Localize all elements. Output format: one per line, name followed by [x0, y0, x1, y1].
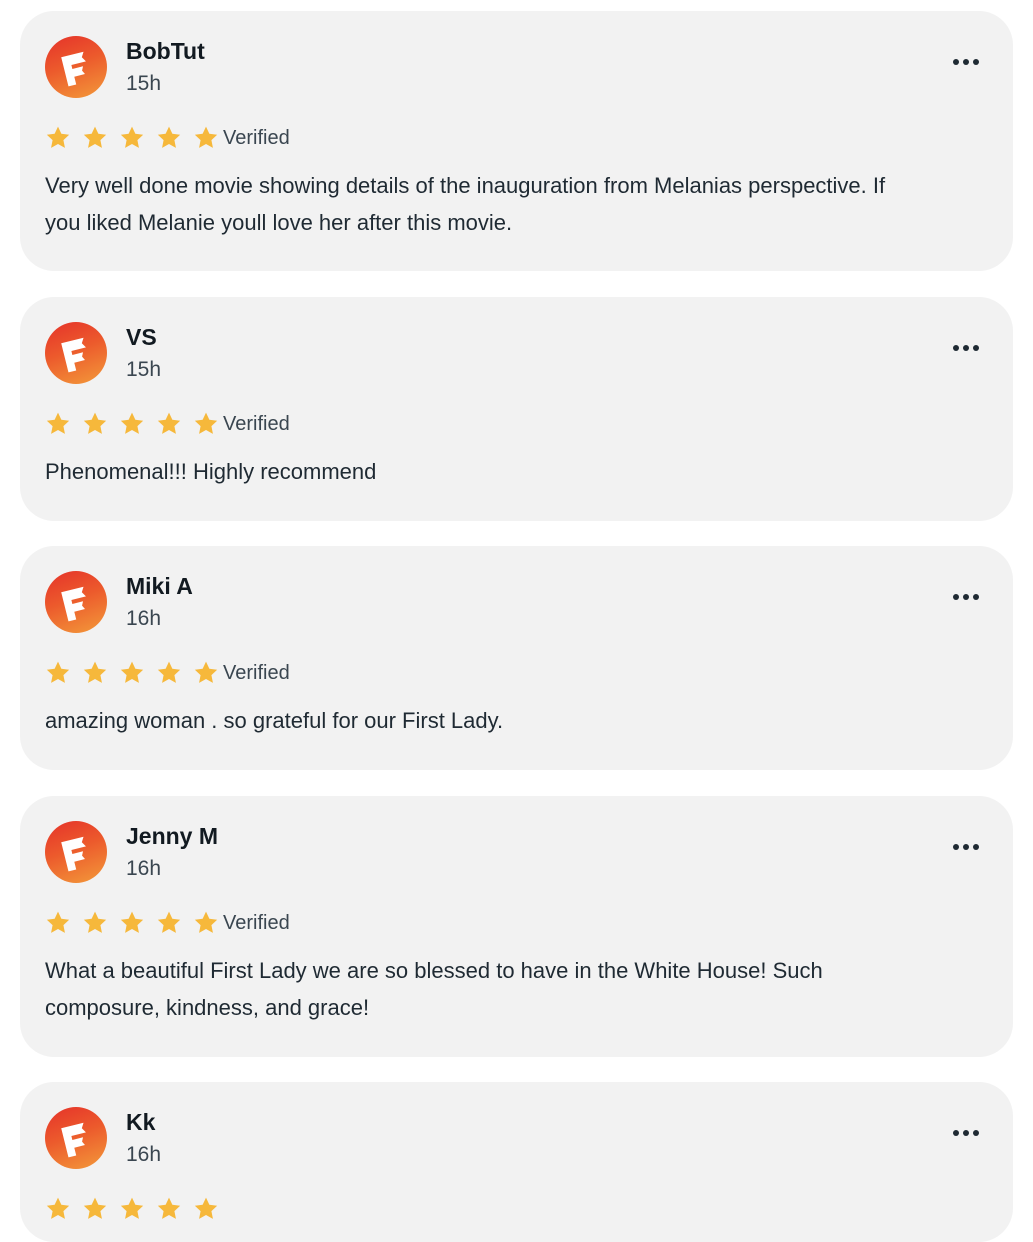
star-icon	[120, 412, 144, 434]
review-author[interactable]: Jenny M	[126, 823, 218, 850]
more-options-icon[interactable]	[953, 341, 979, 355]
review-card: VS 15h Verified Phenomenal!!! Highly rec…	[20, 297, 1013, 521]
star-rating: Verified	[45, 659, 290, 687]
star-icon	[46, 126, 70, 148]
star-icon	[157, 911, 181, 933]
star-icon	[194, 911, 218, 933]
star-icon	[120, 661, 144, 683]
fandango-logo-icon	[45, 1107, 107, 1169]
star-icon	[46, 412, 70, 434]
more-options-icon[interactable]	[953, 1126, 979, 1140]
review-text: Very well done movie showing details of …	[45, 173, 886, 235]
star-icon	[83, 661, 107, 683]
star-icon	[120, 911, 144, 933]
star-icon	[157, 661, 181, 683]
review-time: 16h	[126, 607, 162, 630]
review-time: 16h	[126, 857, 162, 880]
star-icon	[157, 412, 181, 434]
more-options-icon[interactable]	[953, 590, 979, 604]
review-author[interactable]: Miki A	[126, 573, 193, 600]
review-time: 15h	[126, 72, 162, 95]
star-rating: Verified	[45, 124, 290, 152]
star-icon	[83, 911, 107, 933]
verified-badge: Verified	[223, 911, 290, 934]
star-rating: Verified	[45, 909, 290, 937]
review-author[interactable]: Kk	[126, 1109, 155, 1136]
star-icon	[194, 661, 218, 683]
more-options-icon[interactable]	[953, 840, 979, 854]
verified-badge: Verified	[223, 126, 290, 149]
review-card: Kk 16h	[20, 1082, 1013, 1242]
review-card: BobTut 15h Verified Very well done movie…	[20, 11, 1013, 271]
fandango-logo-icon	[45, 571, 107, 633]
fandango-logo-icon	[45, 821, 107, 883]
review-time: 16h	[126, 1143, 162, 1166]
star-icon	[194, 126, 218, 148]
verified-badge: Verified	[223, 412, 290, 435]
star-icon	[46, 661, 70, 683]
star-icon	[83, 412, 107, 434]
star-icon	[194, 412, 218, 434]
star-icon	[83, 126, 107, 148]
review-time: 15h	[126, 358, 162, 381]
star-icon	[46, 911, 70, 933]
fandango-logo-icon	[45, 322, 107, 384]
review-text: What a beautiful First Lady we are so bl…	[45, 958, 823, 1020]
review-card: Jenny M 16h Verified What a beautiful Fi…	[20, 796, 1013, 1057]
review-author[interactable]: VS	[126, 324, 157, 351]
more-options-icon[interactable]	[953, 55, 979, 69]
review-author[interactable]: BobTut	[126, 38, 205, 65]
star-rating: Verified	[45, 410, 290, 438]
fandango-logo-icon	[45, 36, 107, 98]
star-icon	[157, 126, 181, 148]
review-text: amazing woman . so grateful for our Firs…	[45, 708, 504, 733]
review-card: Miki A 16h Verified amazing woman . so g…	[20, 546, 1013, 770]
star-icon	[120, 126, 144, 148]
verified-badge: Verified	[223, 661, 290, 684]
review-text: Phenomenal!!! Highly recommend	[45, 459, 377, 484]
star-rating	[45, 1195, 223, 1223]
